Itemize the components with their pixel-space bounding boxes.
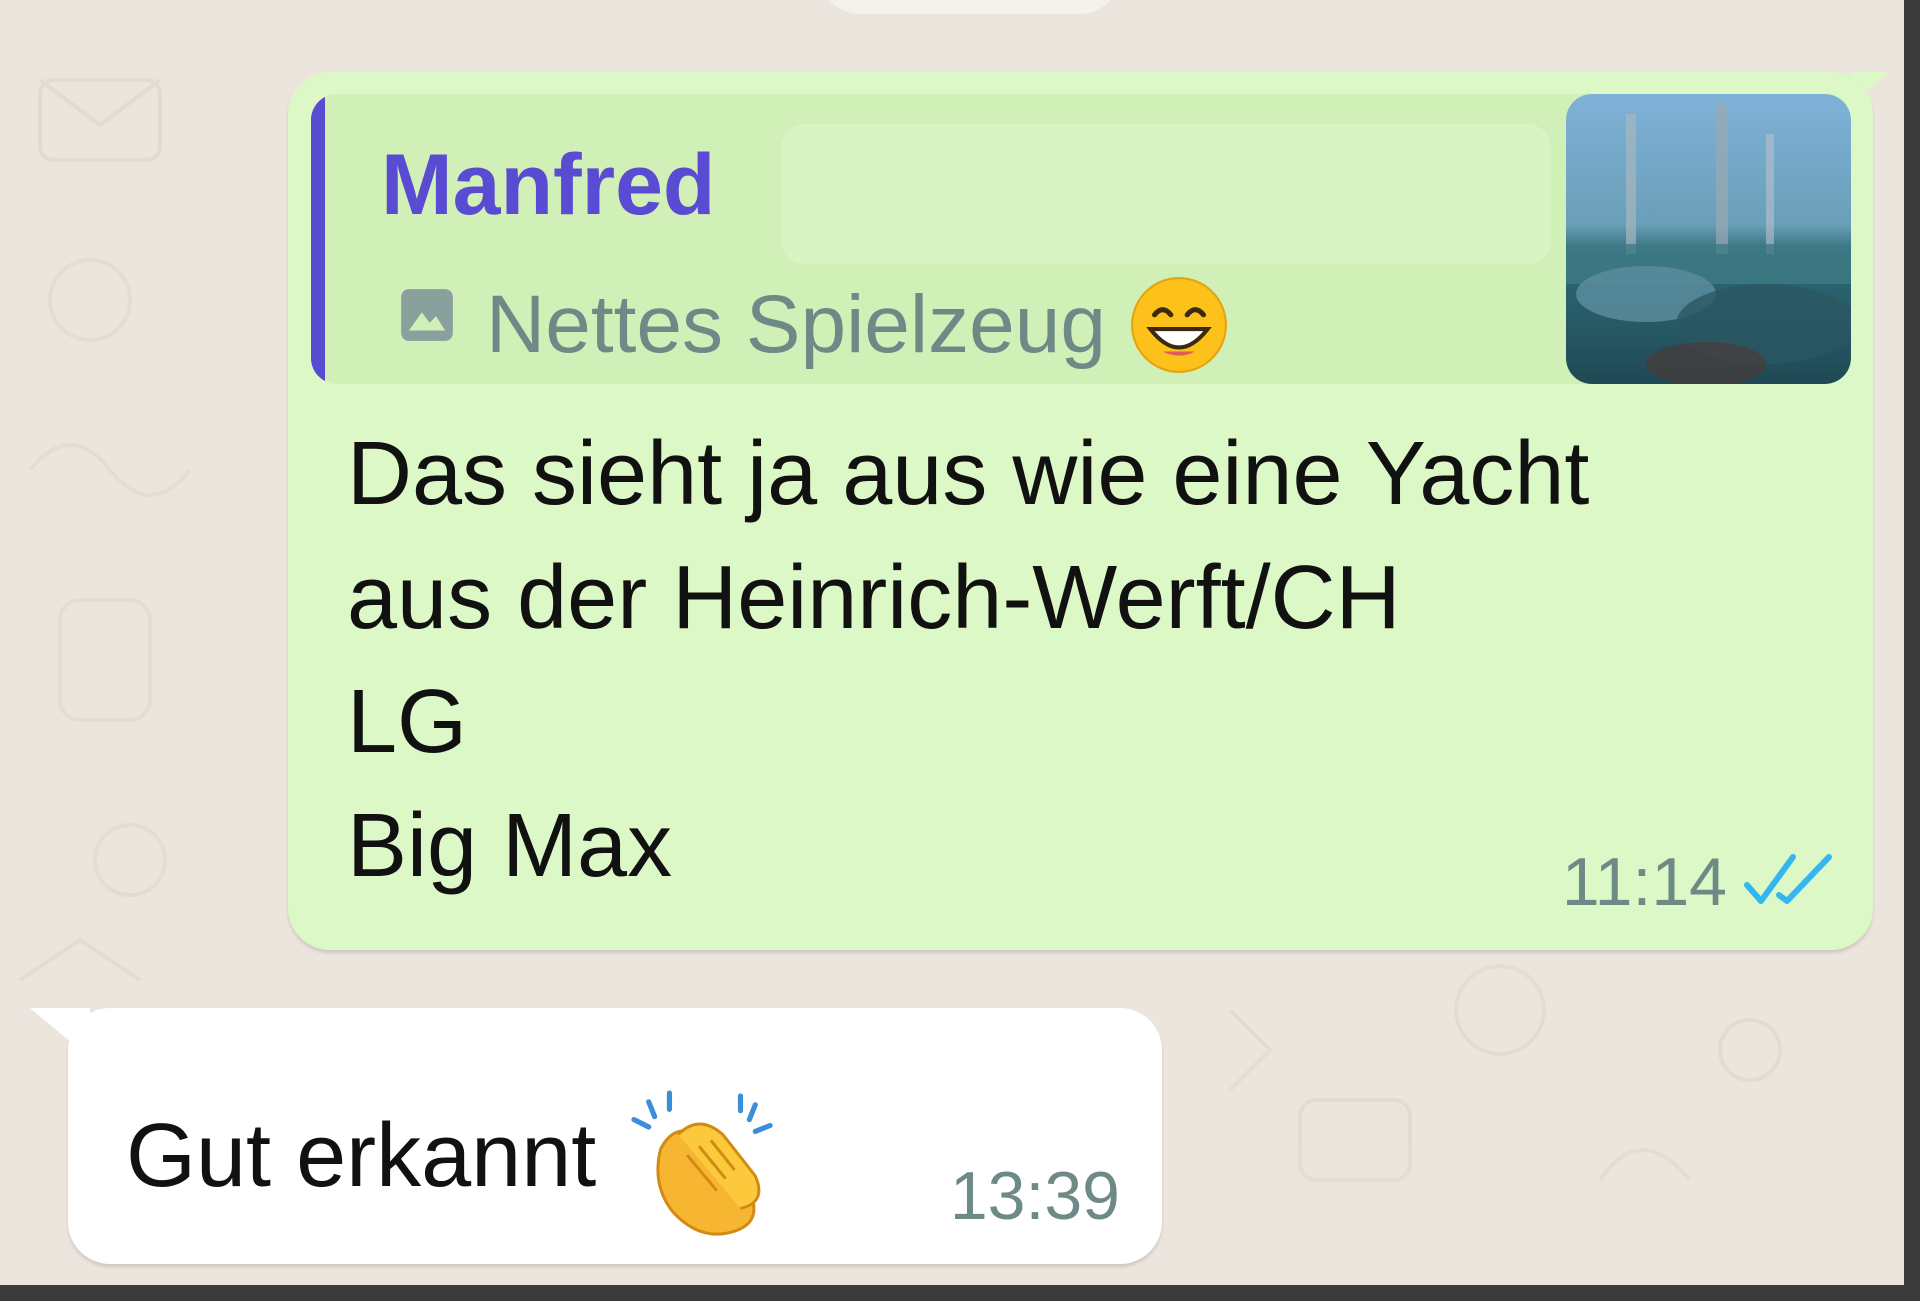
message-time: 13:39 [949,1158,1120,1234]
message-line: aus der Heinrich-Werft/CH [347,548,1401,648]
quote-text-label: Nettes Spielzeug [486,279,1106,370]
yacht-photo-thumbnail [1566,94,1851,384]
quote-text: Nettes Spielzeug [486,274,1230,376]
clapping-hands-emoji [631,1090,773,1236]
outgoing-message-meta: 11:14 [1562,848,1835,916]
quote-thumbnail[interactable] [1566,94,1851,384]
outgoing-message-text: Das sieht ja aus wie eine Yacht aus der … [347,412,1589,908]
message-time: 11:14 [1561,844,1727,920]
top-edge-shape [820,0,1120,14]
redacted-sender-name [781,124,1551,264]
incoming-message-bubble[interactable]: Gut erkannt 13:39 [68,1008,1162,1264]
quote-sender-name: Manfred [381,137,716,233]
grinning-face-emoji [1130,277,1227,373]
message-line: LG [347,672,468,772]
chat-screen: Manfred Nettes Spielzeug Das sieht ja au… [0,0,1920,1301]
double-check-icon [1744,854,1832,904]
message-line: Das sieht ja aus wie eine Yacht [347,424,1590,524]
image-icon [401,289,453,341]
message-line: Big Max [347,796,673,896]
quote-accent-bar [311,94,325,384]
quoted-message[interactable]: Manfred Nettes Spielzeug [311,94,1851,384]
outgoing-message-bubble[interactable]: Manfred Nettes Spielzeug Das sieht ja au… [288,72,1873,950]
incoming-message-text: Gut erkannt [126,1090,776,1238]
incoming-text-label: Gut erkannt [126,1106,597,1206]
